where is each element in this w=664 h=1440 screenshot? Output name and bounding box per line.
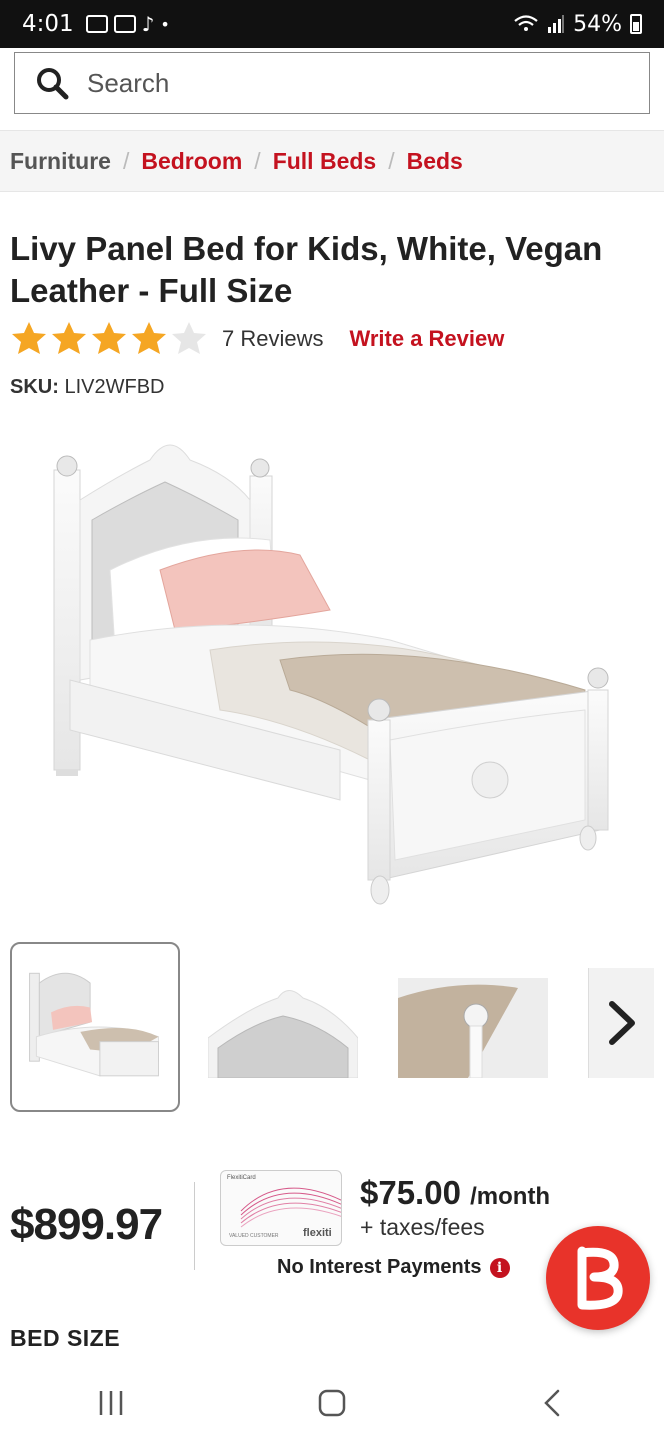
star-rating[interactable] (10, 320, 208, 358)
bed-size-label: BED SIZE (10, 1325, 121, 1351)
home-button[interactable] (302, 1378, 362, 1428)
status-bar: 4:01 ♪ • 54% (0, 0, 664, 48)
product-main-image[interactable] (40, 420, 620, 920)
sku-value: LIV2WFBD (64, 376, 165, 398)
thumbnail-strip (10, 942, 664, 1114)
thumbnail-4-partial[interactable] (588, 968, 654, 1078)
product-title: Livy Panel Bed for Kids, White, Vegan Le… (10, 230, 603, 309)
star-filled-icon (132, 322, 166, 354)
write-review-link[interactable]: Write a Review (349, 326, 504, 352)
gallery-icon (85, 15, 108, 33)
search-input[interactable] (87, 67, 587, 99)
breadcrumb-separator: / (388, 147, 395, 174)
search-icon[interactable] (35, 66, 69, 100)
thumbnail-1[interactable] (10, 942, 180, 1112)
card-holder: VALUED CUSTOMER (229, 1233, 279, 1239)
rating-row: 7 Reviews Write a Review (10, 320, 504, 358)
star-filled-icon (92, 322, 126, 354)
monthly-unit: /month (470, 1183, 551, 1210)
no-interest-label[interactable]: No Interest Payments (277, 1256, 482, 1279)
info-icon[interactable]: i (489, 1257, 510, 1278)
monthly-payment: $75.00 /month (360, 1174, 550, 1212)
back-button[interactable] (523, 1378, 583, 1428)
chat-button[interactable] (546, 1226, 650, 1330)
review-count-link[interactable]: 7 Reviews (222, 326, 323, 352)
back-icon[interactable] (538, 1388, 568, 1418)
product-price: $899.97 (10, 1200, 163, 1249)
breadcrumb-full-beds[interactable]: Full Beds (273, 148, 377, 175)
star-filled-icon (12, 322, 46, 354)
breadcrumb-beds[interactable]: Beds (407, 148, 463, 175)
more-notifications-icon: • (160, 14, 170, 34)
breadcrumb-separator: / (254, 147, 261, 174)
breadcrumb-bedroom[interactable]: Bedroom (141, 148, 242, 175)
breadcrumb: Furniture / Bedroom / Full Beds / Beds (0, 130, 664, 192)
card-header: FlexitiCard (227, 1175, 256, 1181)
flexiti-card-image[interactable]: FlexitiCard VALUED CUSTOMER flexiti (220, 1170, 342, 1246)
breadcrumb-furniture[interactable]: Furniture (10, 148, 111, 175)
status-time: 4:01 (22, 11, 74, 37)
card-brand: flexiti (303, 1227, 332, 1239)
system-nav-bar (0, 1366, 664, 1440)
home-icon[interactable] (317, 1388, 347, 1418)
no-interest-payments[interactable]: No Interest Payments i (277, 1256, 510, 1279)
sku: SKU: LIV2WFBD (10, 376, 164, 399)
notification-icons: ♪ • (85, 12, 170, 36)
recent-apps-icon[interactable] (96, 1388, 126, 1418)
star-filled-icon (52, 322, 86, 354)
wifi-icon (514, 15, 538, 31)
chevron-right-icon[interactable] (604, 998, 640, 1048)
monthly-amount: $75.00 (360, 1174, 461, 1211)
star-empty-icon (172, 322, 206, 354)
thumbnail-2[interactable] (208, 942, 378, 1112)
brand-chat-icon[interactable] (568, 1243, 628, 1313)
breadcrumb-separator: / (122, 147, 130, 174)
price-divider (194, 1182, 195, 1270)
battery-percent: 54% (573, 11, 622, 37)
tiktok-icon: ♪ (141, 12, 155, 36)
thumbnail-3[interactable] (398, 942, 568, 1112)
taxes-note: + taxes/fees (360, 1214, 485, 1240)
youtube-icon (113, 15, 136, 33)
sku-label: SKU: (10, 376, 59, 398)
battery-icon (630, 14, 642, 34)
signal-icon (548, 15, 565, 33)
recent-apps-button[interactable] (81, 1378, 141, 1428)
search-bar[interactable] (14, 52, 650, 114)
